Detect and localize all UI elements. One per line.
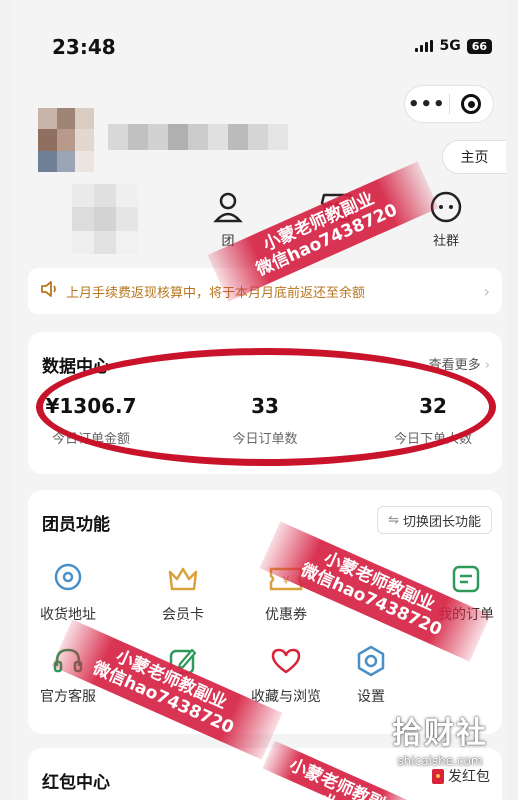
send-red-packet-label: 发红包	[448, 769, 490, 785]
app-frame: 23:48 5G 66 ••• 主页 团 社群 上月手续费返现核算中，将于本月月…	[12, 0, 506, 800]
switch-leader-button[interactable]: ⇋ 切换团长功能	[377, 506, 492, 534]
brand-watermark: 拾财社 shicaishe.com	[392, 708, 488, 768]
func-label: 官方客服	[40, 689, 96, 705]
red-packet-title: 红包中心	[42, 773, 110, 793]
brand-site: shicaishe.com	[397, 754, 483, 768]
nav-item-label: 社群	[432, 234, 459, 249]
highlight-ring	[36, 348, 496, 466]
func-label: 优惠券	[265, 607, 307, 623]
more-menu-icon[interactable]: •••	[405, 94, 449, 115]
status-time: 23:48	[52, 35, 116, 59]
member-functions-title: 团员功能	[42, 515, 110, 535]
crown-icon	[166, 562, 200, 596]
chevron-right-icon: ›	[484, 358, 490, 373]
switch-icon: ⇋	[388, 512, 399, 528]
user-icon	[211, 190, 245, 224]
location-icon	[51, 562, 85, 596]
battery-icon: 66	[466, 38, 492, 54]
switch-label: 切换团长功能	[402, 514, 481, 530]
func-member-card[interactable]: 会员卡	[143, 562, 223, 624]
func-label: 会员卡	[162, 607, 204, 623]
notice-text: 上月手续费返现核算中，将于本月月底前返还至余额	[66, 285, 366, 301]
settings-icon	[354, 644, 388, 678]
username-blurred	[108, 124, 288, 150]
func-settings[interactable]: 设置	[331, 644, 411, 706]
signal-icon	[415, 40, 434, 52]
network-type: 5G	[439, 38, 461, 54]
func-address[interactable]: 收货地址	[28, 562, 108, 624]
miniprogram-capsule: •••	[404, 85, 494, 123]
status-indicators: 5G 66	[415, 38, 492, 54]
close-miniprogram-icon[interactable]	[450, 94, 494, 114]
chevron-right-icon: ›	[483, 281, 490, 301]
shop-logo-blurred	[72, 184, 138, 254]
home-button[interactable]: 主页	[442, 140, 506, 174]
heart-icon	[269, 644, 303, 678]
send-red-packet-button[interactable]: 发红包	[432, 766, 490, 786]
order-icon	[449, 562, 483, 596]
func-favorites-history[interactable]: 收藏与浏览	[236, 644, 336, 706]
avatar[interactable]	[38, 108, 94, 172]
speaker-icon	[40, 281, 58, 301]
red-packet-icon	[432, 768, 444, 784]
func-label: 收货地址	[40, 607, 96, 623]
brand-name: 拾财社	[392, 716, 488, 751]
func-label: 设置	[357, 689, 385, 705]
